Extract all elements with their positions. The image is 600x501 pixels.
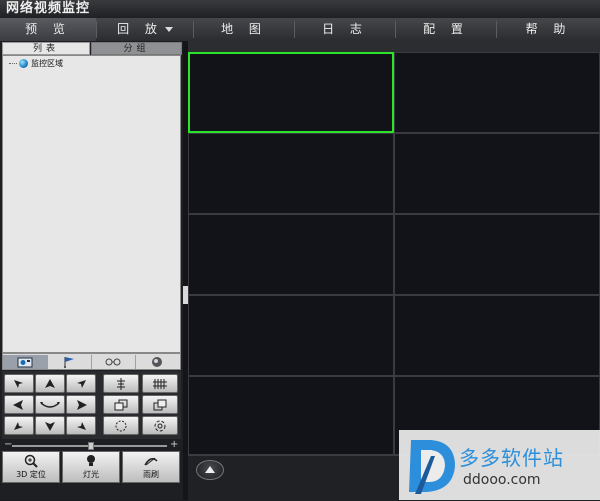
watermark: 多多软件站 ddooo.com [399,430,600,500]
menu-help[interactable]: 帮 助 [497,18,600,41]
eject-up-icon [205,466,215,473]
menu-map-label: 地 图 [221,22,267,36]
tab-preset[interactable] [47,355,92,369]
menu-config-label: 配 置 [423,22,469,36]
tab-ptz-control[interactable] [3,355,48,369]
globe-icon [19,59,28,68]
light-button[interactable]: 灯光 [62,451,120,483]
device-tree: 监控区域 [2,55,181,353]
ptz-up-left-button[interactable] [4,374,34,393]
ptz-speed-slider[interactable]: − + [4,439,179,450]
ptz-tab-strip [2,353,181,370]
watermark-en: ddooo.com [463,472,541,488]
arrow-left-icon [13,399,23,410]
ptz-down-button[interactable] [35,416,65,435]
menu-help-label: 帮 助 [525,22,572,36]
tab-list[interactable]: 列表 [2,42,90,55]
arrow-down-left-icon [14,421,23,430]
ptz-down-right-button[interactable] [66,416,96,435]
menu-log-label: 日 志 [322,22,368,36]
tab-track[interactable] [135,355,179,369]
auto-scan-icon [40,401,60,408]
panel-tabs: 列表 分组 [2,42,182,55]
video-cell[interactable] [188,214,394,295]
tab-cruise[interactable] [91,355,136,369]
focus-far-icon [153,399,167,410]
zoom-out-button[interactable] [142,374,178,393]
menu-preview[interactable]: 预 览 [0,18,96,41]
slider-plus[interactable]: + [170,439,178,450]
tree-root-node[interactable]: 监控区域 [9,58,63,70]
watermark-cn: 多多软件站 [459,446,564,470]
tab-group[interactable]: 分组 [91,42,182,55]
video-cell[interactable] [394,52,600,133]
arrow-up-right-icon [77,379,86,388]
menu-playback[interactable]: 回 放 [97,18,193,41]
camera-ptz-icon [17,357,33,367]
arrow-up-icon [45,378,55,388]
video-cell[interactable] [188,133,394,214]
3d-zoom-icon [24,454,38,468]
menu-preview-label: 预 览 [25,22,71,36]
iris-open-icon [115,420,127,431]
wiper-icon [144,457,158,466]
menu-log[interactable]: 日 志 [295,18,395,41]
video-cell[interactable] [188,376,394,455]
tree-connector [9,63,17,64]
ptz-left-button[interactable] [4,395,34,414]
window-title: 网络视频监控 [0,0,600,18]
focus-near-button[interactable] [103,395,139,414]
zoom-in-button[interactable] [103,374,139,393]
menu-map[interactable]: 地 图 [194,18,294,41]
grid-top-strip [188,41,600,52]
ptz-right-button[interactable] [66,395,96,414]
iris-close-button[interactable] [142,416,178,435]
menu-config[interactable]: 配 置 [396,18,496,41]
focus-far-button[interactable] [142,395,178,414]
chevron-down-icon [164,27,173,32]
main-menubar: 预 览 回 放 地 图 日 志 配 置 帮 助 [0,18,600,42]
video-grid [188,41,600,455]
iris-open-button[interactable] [103,416,139,435]
ptz-up-button[interactable] [35,374,65,393]
iris-close-icon [154,420,166,431]
cruise-icon [105,358,121,366]
ptz-control-pad [2,371,181,439]
track-icon [152,357,162,367]
ptz-extra-buttons: 3D 定位 灯光 雨刷 [2,451,181,483]
expand-toolbar-button[interactable] [196,460,224,480]
wiper-button[interactable]: 雨刷 [122,451,180,483]
arrow-down-icon [45,421,55,431]
wiper-label: 雨刷 [143,470,159,479]
light-label: 灯光 [83,470,99,479]
left-panel: 列表 分组 监控区域 − + 3D 定位 灯光 雨刷 [0,41,183,500]
preset-flag-icon [64,357,74,368]
video-cell[interactable] [394,295,600,376]
menu-playback-label: 回 放 [117,22,163,36]
zoom-out-icon [153,378,167,389]
light-icon [87,455,95,466]
3d-position-label: 3D 定位 [16,470,46,479]
slider-thumb[interactable] [88,442,94,450]
ptz-up-right-button[interactable] [66,374,96,393]
ptz-down-left-button[interactable] [4,416,34,435]
focus-near-icon [114,399,128,410]
video-cell[interactable] [188,52,394,133]
3d-position-button[interactable]: 3D 定位 [2,451,60,483]
ddooo-logo-icon [409,440,455,494]
video-cell[interactable] [394,214,600,295]
arrow-down-right-icon [77,421,86,430]
video-cell[interactable] [394,133,600,214]
arrow-up-left-icon [14,379,23,388]
zoom-in-icon [117,377,125,390]
tree-root-label: 监控区域 [31,59,63,68]
arrow-right-icon [77,399,87,410]
video-cell[interactable] [188,295,394,376]
ptz-auto-button[interactable] [35,395,65,414]
